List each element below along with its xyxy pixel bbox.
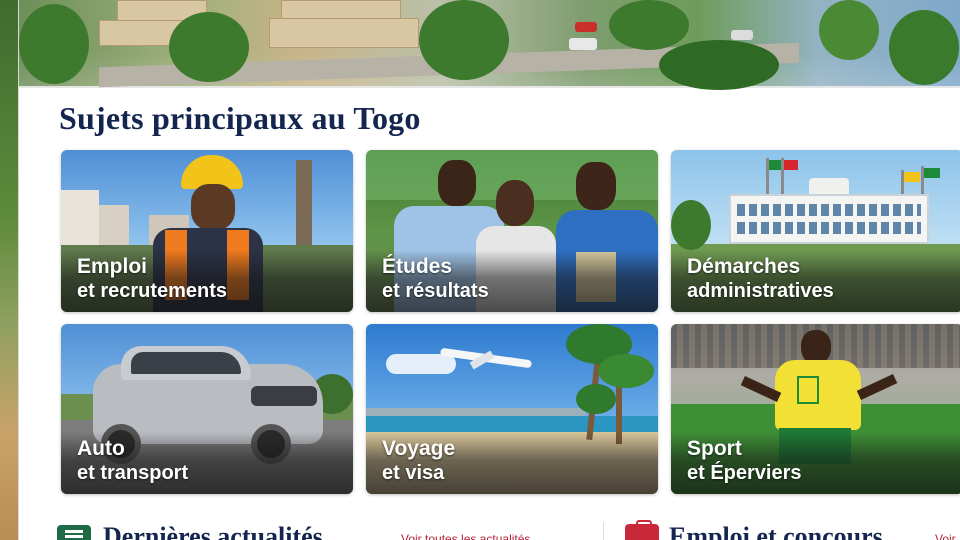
topic-card-demarches[interactable]: Démarches administratives [671, 150, 960, 312]
topic-card-label: Études et résultats [382, 255, 489, 302]
topic-card-etudes[interactable]: Études et résultats [366, 150, 658, 312]
topic-card-label: Voyage et visa [382, 437, 456, 484]
see-all-jobs-link[interactable]: Voir [935, 532, 956, 540]
topic-card-voyage[interactable]: Voyage et visa [366, 324, 658, 494]
topic-card-label: Emploi et recrutements [77, 255, 228, 302]
topic-card-auto[interactable]: Auto et transport [61, 324, 353, 494]
section-title: Sujets principaux au Togo [59, 100, 421, 136]
topic-card-emploi[interactable]: Emploi et recrutements [61, 150, 353, 312]
topic-card-sport[interactable]: Sport et Éperviers [671, 324, 960, 494]
topics-grid: Emploi et recrutements Études et résulta… [61, 150, 960, 494]
hero-banner-image [19, 0, 960, 90]
topic-card-label: Sport et Éperviers [687, 437, 802, 484]
briefcase-icon [625, 520, 659, 540]
see-all-news-link[interactable]: Voir toutes les actualités [401, 532, 530, 540]
topic-card-label: Démarches administratives [687, 255, 834, 302]
latest-news-heading: Dernières actualités [103, 522, 323, 540]
newspaper-icon [57, 525, 91, 540]
background-photo-edge [0, 0, 18, 540]
page-content: Sujets principaux au Togo Emploi et recr… [18, 0, 960, 540]
topic-card-label: Auto et transport [77, 437, 189, 484]
jobs-heading: Emploi et concours [669, 522, 883, 540]
section-divider [603, 522, 604, 540]
